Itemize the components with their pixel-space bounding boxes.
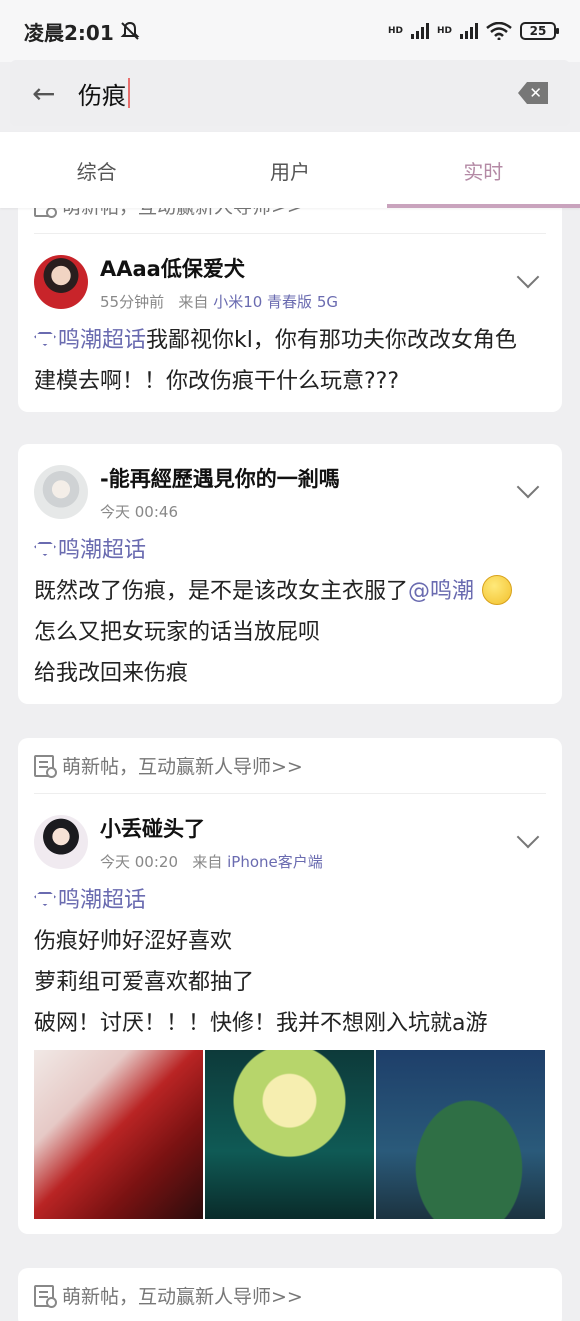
post-header: 小丢碰头了 今天 00:20 来自 iPhone客户端 bbox=[34, 794, 546, 872]
post-text-line: 建模去啊！！你改伤痕干什么玩意??? bbox=[34, 369, 400, 394]
search-bar: ← 伤痕 ✕ bbox=[10, 60, 570, 126]
post-device[interactable]: 小米10 青春版 5G bbox=[213, 293, 338, 311]
username[interactable]: AAaa低保爱犬 bbox=[100, 253, 520, 283]
avatar[interactable] bbox=[34, 815, 88, 869]
diamond-icon bbox=[34, 332, 56, 346]
post-header: -能再經歷遇見你的一剎嗎 今天 00:46 bbox=[34, 444, 546, 522]
newbie-hint-text: 萌新帖，互动赢新人导师>> bbox=[62, 756, 303, 778]
newbie-hint[interactable]: 萌新帖，互动赢新人导师>> bbox=[34, 738, 546, 794]
net-label-2: HD bbox=[436, 26, 452, 36]
username[interactable]: 小丢碰头了 bbox=[100, 813, 520, 843]
post-images bbox=[34, 1050, 546, 1219]
topic-link[interactable]: 鸣潮超话 bbox=[58, 888, 146, 913]
post-time: 55分钟前 bbox=[100, 292, 165, 311]
tab-users[interactable]: 用户 bbox=[193, 132, 386, 208]
post-meta: 今天 00:20 来自 iPhone客户端 bbox=[100, 851, 520, 872]
post-header: AAaa低保爱犬 55分钟前 来自 小米10 青春版 5G bbox=[34, 234, 546, 312]
result-tabs: 综合 用户 实时 bbox=[0, 132, 580, 208]
post-text-line: 既然改了伤痕，是不是该改女主衣服了 bbox=[34, 579, 409, 604]
signal-icon bbox=[410, 23, 429, 39]
text-caret bbox=[128, 78, 130, 108]
mention-link[interactable]: @鸣潮 bbox=[408, 579, 474, 604]
post-text-line: 萝莉组可爱喜欢都抽了 bbox=[34, 970, 255, 995]
diamond-icon bbox=[34, 892, 56, 906]
search-input[interactable]: 伤痕 bbox=[72, 76, 518, 111]
post-device[interactable]: iPhone客户端 bbox=[227, 853, 323, 871]
chevron-down-icon[interactable] bbox=[516, 825, 540, 849]
post-body[interactable]: 鸣潮超话我鄙视你kl，你有那功夫你改改女角色 建模去啊！！你改伤痕干什么玩意??… bbox=[34, 312, 546, 402]
status-time: 凌晨2:01 bbox=[24, 20, 114, 45]
chevron-down-icon[interactable] bbox=[516, 475, 540, 499]
username[interactable]: -能再經歷遇見你的一剎嗎 bbox=[100, 463, 520, 493]
wifi-icon bbox=[486, 22, 512, 40]
battery-icon: 25 bbox=[520, 22, 559, 40]
net-label-1: HD bbox=[387, 26, 403, 36]
post-text-line: 破网！讨厌！！！快修！我并不想刚入坑就a游 bbox=[34, 1011, 488, 1036]
topic-link[interactable]: 鸣潮超话 bbox=[58, 328, 146, 353]
newbie-hint[interactable]: 萌新帖，互动赢新人导师>> bbox=[34, 1268, 546, 1321]
post-text-line: 给我改回来伤痕 bbox=[34, 661, 189, 686]
post-meta: 55分钟前 来自 小米10 青春版 5G bbox=[100, 291, 520, 312]
post-image[interactable] bbox=[205, 1050, 374, 1219]
tab-comprehensive[interactable]: 综合 bbox=[0, 132, 193, 208]
clear-input-icon[interactable]: ✕ bbox=[518, 82, 548, 104]
post-body[interactable]: 鸣潮超话 伤痕好帅好涩好喜欢 萝莉组可爱喜欢都抽了 破网！讨厌！！！快修！我并不… bbox=[34, 872, 546, 1044]
post-text-line: 伤痕好帅好涩好喜欢 bbox=[34, 929, 233, 954]
signal-icon-2 bbox=[460, 23, 478, 39]
post-image[interactable] bbox=[34, 1050, 203, 1219]
back-arrow-icon[interactable]: ← bbox=[32, 77, 72, 110]
newbie-post-icon bbox=[34, 754, 57, 778]
bell-muted-icon bbox=[120, 21, 140, 40]
topic-link[interactable]: 鸣潮超话 bbox=[58, 538, 146, 563]
diamond-icon bbox=[34, 542, 56, 556]
post-text-line: 我鄙视你kl，你有那功夫你改改女角色 bbox=[146, 328, 517, 353]
smile-emoji-icon bbox=[482, 575, 513, 605]
post-card[interactable]: 萌新帖，互动赢新人导师>> AAaa低保爱犬 55分钟前 来自 小米10 青春版… bbox=[18, 178, 562, 412]
chevron-down-icon[interactable] bbox=[516, 265, 540, 289]
post-time: 今天 00:46 bbox=[100, 502, 178, 521]
newbie-post-icon bbox=[34, 1284, 57, 1308]
newbie-hint-text: 萌新帖，互动赢新人导师>> bbox=[62, 1286, 303, 1308]
post-body[interactable]: 鸣潮超话 既然改了伤痕，是不是该改女主衣服了@鸣潮 怎么又把女玩家的话当放屁呗 … bbox=[34, 522, 546, 694]
post-image[interactable] bbox=[376, 1050, 545, 1219]
status-bar: 凌晨2:01 HD HD 25 bbox=[0, 0, 580, 62]
search-query: 伤痕 bbox=[78, 81, 126, 110]
avatar[interactable] bbox=[34, 465, 88, 519]
tab-realtime[interactable]: 实时 bbox=[386, 132, 580, 208]
post-source-label: 来自 bbox=[192, 852, 223, 871]
post-card[interactable]: 萌新帖，互动赢新人导师>> bbox=[18, 1268, 562, 1321]
post-time: 今天 00:20 bbox=[100, 852, 178, 871]
post-source-label: 来自 bbox=[178, 292, 209, 311]
post-card[interactable]: 萌新帖，互动赢新人导师>> 小丢碰头了 今天 00:20 来自 iPhone客户… bbox=[18, 738, 562, 1234]
post-text-line: 怎么又把女玩家的话当放屁呗 bbox=[34, 620, 321, 645]
avatar[interactable] bbox=[34, 255, 88, 309]
post-card[interactable]: -能再經歷遇見你的一剎嗎 今天 00:46 鸣潮超话 既然改了伤痕，是不是该改女… bbox=[18, 444, 562, 704]
post-meta: 今天 00:46 bbox=[100, 501, 520, 522]
status-time-group: 凌晨2:01 bbox=[24, 17, 388, 46]
status-icons: HD HD 25 bbox=[387, 22, 559, 40]
